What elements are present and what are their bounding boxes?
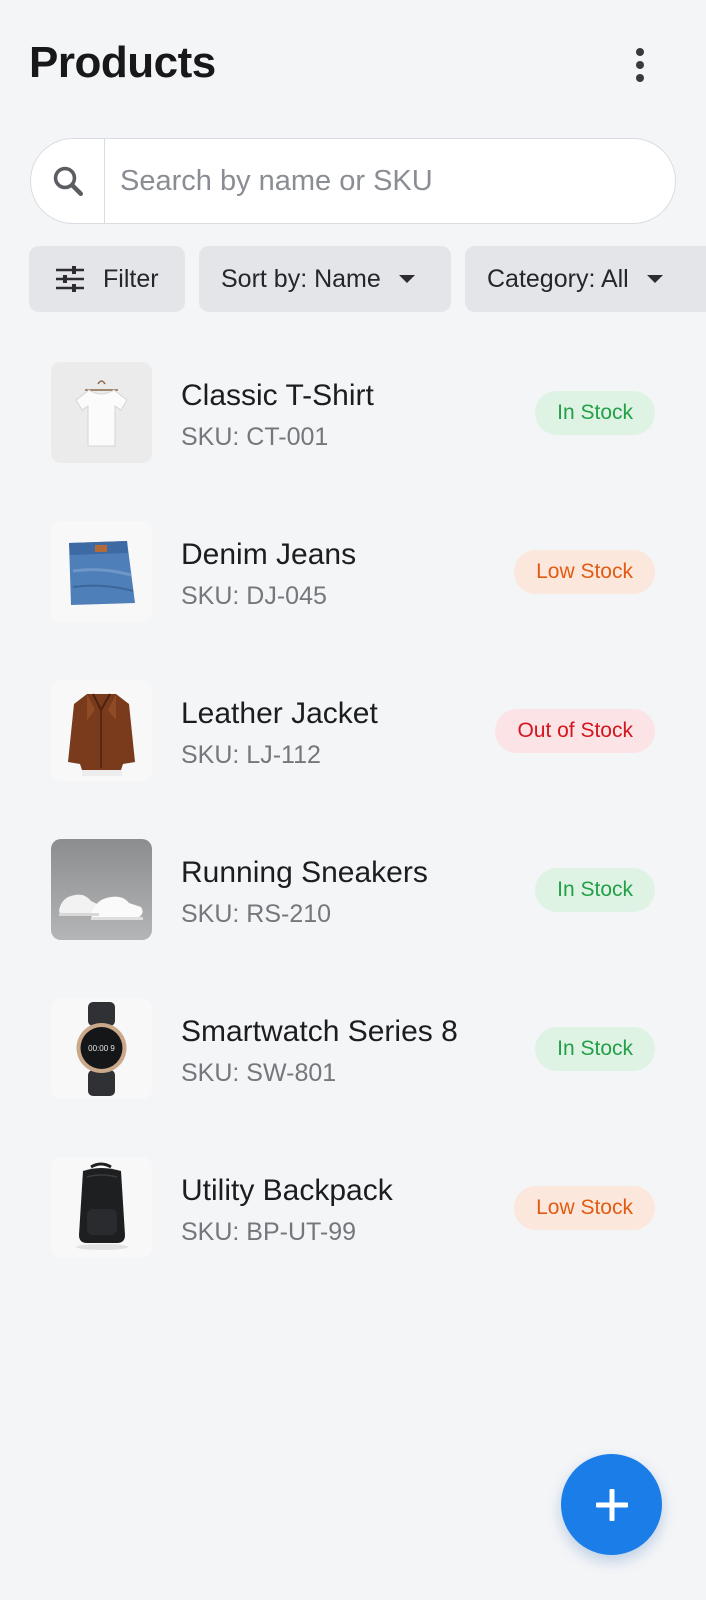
add-product-button[interactable] — [561, 1454, 662, 1555]
more-vertical-icon — [636, 48, 644, 56]
filter-chips: Filter Sort by: Name Category: All — [29, 246, 706, 312]
search-input[interactable] — [105, 139, 675, 223]
chevron-down-icon — [398, 275, 415, 283]
product-sku: SKU: SW-801 — [181, 1059, 337, 1087]
category-dropdown[interactable]: Category: All — [465, 246, 706, 312]
more-dot — [636, 61, 644, 69]
status-badge: In Stock — [535, 868, 655, 912]
product-name: Smartwatch Series 8 — [181, 1015, 458, 1048]
product-name: Classic T-Shirt — [181, 379, 374, 412]
product-sku: SKU: DJ-045 — [181, 582, 327, 610]
filter-button[interactable]: Filter — [29, 246, 185, 312]
search-icon — [53, 166, 83, 196]
search-bar — [30, 138, 676, 224]
filter-label: Filter — [103, 264, 159, 293]
watch-face-text: 00:00 9 — [88, 1044, 115, 1053]
product-sku: SKU: RS-210 — [181, 900, 332, 928]
product-row[interactable]: 00:00 9 Smartwatch Series 8 SKU: SW-801 … — [0, 971, 706, 1131]
product-name: Utility Backpack — [181, 1174, 393, 1207]
sneakers-image — [51, 839, 152, 940]
product-row[interactable]: Leather Jacket SKU: LJ-112 Out of Stock — [0, 653, 706, 813]
category-label: Category: All — [487, 264, 629, 293]
t-shirt-image — [51, 362, 152, 463]
status-badge: In Stock — [535, 1027, 655, 1071]
app-header: Products — [0, 0, 706, 128]
product-sku: SKU: BP-UT-99 — [181, 1218, 357, 1246]
plus-icon — [595, 1488, 628, 1521]
more-options-button[interactable] — [620, 42, 660, 88]
smartwatch-image: 00:00 9 — [51, 998, 152, 1099]
product-name: Leather Jacket — [181, 697, 378, 730]
sort-label: Sort by: Name — [221, 264, 381, 293]
sliders-icon — [56, 266, 84, 292]
status-badge: In Stock — [535, 391, 655, 435]
product-name: Denim Jeans — [181, 538, 357, 571]
product-name: Running Sneakers — [181, 856, 428, 889]
status-badge: Out of Stock — [495, 709, 655, 753]
product-row[interactable]: Utility Backpack SKU: BP-UT-99 Low Stock — [0, 1130, 706, 1290]
product-sku: SKU: CT-001 — [181, 423, 329, 451]
product-sku: SKU: LJ-112 — [181, 741, 321, 769]
more-dot — [636, 74, 644, 82]
backpack-image — [51, 1157, 152, 1258]
chevron-down-icon — [646, 275, 663, 283]
product-row[interactable]: Classic T-Shirt SKU: CT-001 In Stock — [0, 335, 706, 495]
jeans-image — [51, 521, 152, 622]
search-icon-container[interactable] — [31, 139, 105, 223]
sort-dropdown[interactable]: Sort by: Name — [199, 246, 451, 312]
product-row[interactable]: Denim Jeans SKU: DJ-045 Low Stock — [0, 494, 706, 654]
product-row[interactable]: Running Sneakers SKU: RS-210 In Stock — [0, 812, 706, 972]
status-badge: Low Stock — [514, 1186, 655, 1230]
page-title: Products — [29, 38, 216, 87]
jacket-image — [51, 680, 152, 781]
status-badge: Low Stock — [514, 550, 655, 594]
